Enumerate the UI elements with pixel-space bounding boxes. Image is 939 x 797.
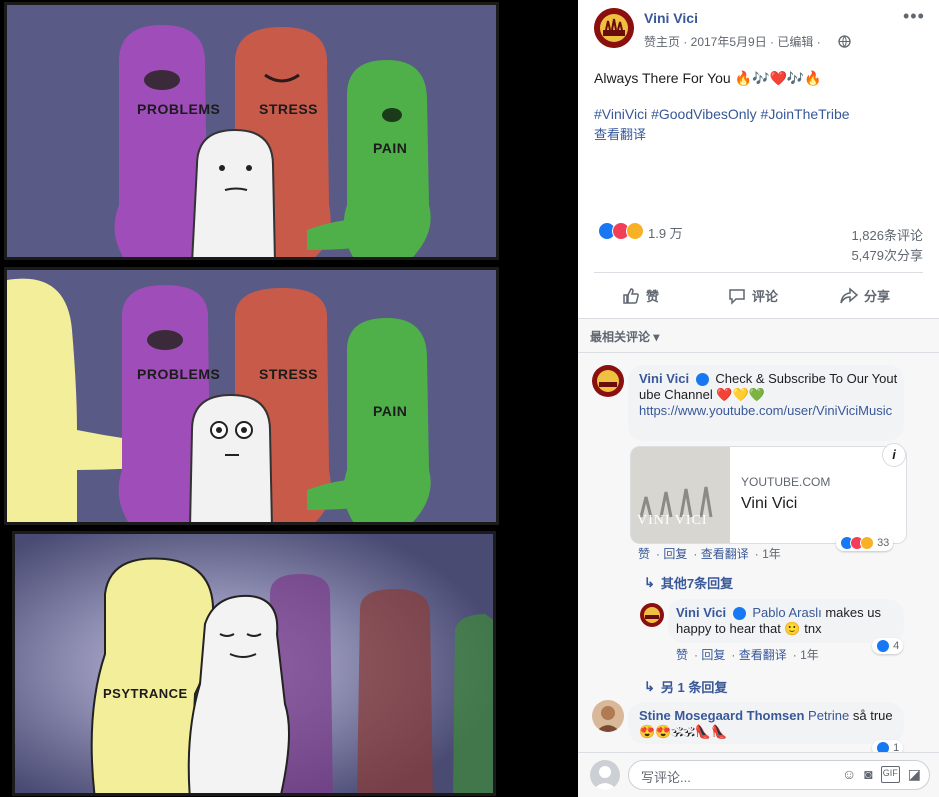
post-photo[interactable]: PROBLEMS STRESS PAIN PROBLEMS STRESS PAI… — [0, 0, 578, 796]
comments-count[interactable]: 1,826条评论 — [851, 225, 923, 244]
divider — [578, 352, 939, 353]
panel-3-drawing — [15, 534, 493, 793]
verified-badge-icon — [695, 373, 709, 387]
page-name[interactable]: Vini Vici — [644, 10, 698, 26]
shares-count[interactable]: 5,479次分享 — [851, 245, 923, 264]
label-stress-2: STRESS — [259, 366, 319, 382]
comment-mention[interactable]: Petrine — [808, 708, 849, 723]
reply-arrow-icon: ↳ — [644, 574, 655, 590]
comment-author[interactable]: Vini Vici — [639, 371, 689, 386]
composer-icons: ☺ ◙ GIF ◪ — [842, 766, 921, 783]
more-replies-text: 其他7条回复 — [660, 576, 734, 591]
reply-author[interactable]: Vini Vici — [676, 605, 726, 620]
current-user-avatar[interactable] — [590, 760, 620, 790]
label-psytrance: PSYTRANCE — [103, 686, 188, 701]
divider — [594, 272, 923, 273]
comic-panel-2: PROBLEMS STRESS PAIN — [4, 267, 499, 525]
label-pain-2: PAIN — [373, 403, 408, 419]
share-button[interactable]: 分享 — [840, 286, 890, 305]
reply-time: 1年 — [800, 648, 819, 662]
reply-reactions-count: 4 — [893, 639, 900, 652]
reply-like-action[interactable]: 赞 — [676, 648, 688, 662]
post-text: Always There For You 🔥🎶❤️🎶🔥 — [594, 70, 822, 86]
comment-reactions-count: 33 — [877, 536, 890, 549]
haha-reaction-icon — [626, 222, 644, 240]
share-icon — [840, 286, 858, 303]
comment-author[interactable]: Stine Mosegaard Thomsen — [639, 708, 804, 723]
page-avatar[interactable] — [594, 8, 634, 48]
vini-vici-logo-icon — [597, 370, 619, 392]
one-more-reply-text: 另 1 条回复 — [660, 680, 728, 695]
translate-link[interactable]: 查看翻译 — [594, 124, 646, 143]
label-pain: PAIN — [373, 140, 408, 156]
view-more-replies[interactable]: ↳ 其他7条回复 — [644, 573, 733, 592]
haha-reaction-icon — [860, 536, 874, 550]
emoji-icon[interactable]: ☺ — [842, 766, 856, 783]
post-hashtags[interactable]: #ViniVici #GoodVibesOnly #JoinTheTribe — [594, 106, 850, 122]
vini-vici-logo-icon — [644, 607, 660, 623]
comment-label: 评论 — [752, 289, 779, 304]
comment-reactions[interactable]: 33 — [836, 535, 894, 551]
comment-like-action[interactable]: 赞 — [638, 547, 650, 561]
camera-icon[interactable]: ◙ — [864, 766, 872, 783]
comment-content: Vini Vici Check & Subscribe To Our Youtu… — [639, 371, 901, 419]
preview-image-text: VINI VICI — [637, 513, 708, 528]
sticker-icon[interactable]: ◪ — [908, 766, 921, 783]
view-one-more-reply[interactable]: ↳ 另 1 条回复 — [644, 677, 727, 696]
comment-link[interactable]: https://www.youtube.com/user/ViniViciMus… — [639, 403, 892, 418]
comment-placeholder: 写评论... — [641, 770, 691, 785]
comment-time: 1年 — [762, 547, 781, 561]
comment-avatar[interactable] — [592, 700, 624, 732]
comment-button[interactable]: 评论 — [728, 286, 778, 305]
info-icon[interactable]: i — [882, 443, 906, 467]
comic-panel-3: PSYTRANCE — [12, 531, 496, 796]
comment-input[interactable]: 写评论... ☺ ◙ GIF ◪ — [628, 760, 930, 790]
vini-vici-logo-icon — [594, 8, 634, 48]
comment-actions: 赞 · 回复 · 查看翻译 · 1年 — [638, 547, 781, 561]
link-preview-card[interactable]: VINI VICI YOUTUBE.COM Vini Vici — [630, 446, 907, 544]
gif-icon[interactable]: GIF — [880, 766, 900, 783]
post-meta: 赞主页 · 2017年5月9日 · 已编辑 · — [644, 35, 821, 49]
user-silhouette-icon — [593, 766, 617, 790]
globe-icon — [838, 35, 851, 48]
panel-1-drawing — [7, 5, 496, 257]
preview-image: VINI VICI — [631, 447, 730, 543]
like-button[interactable]: 赞 — [622, 286, 659, 305]
comment-reply-action[interactable]: 回复 — [663, 547, 687, 561]
post-sidebar: Vini Vici 赞主页 · 2017年5月9日 · 已编辑 · ••• Al… — [578, 0, 939, 797]
share-label: 分享 — [864, 289, 891, 304]
like-reaction-icon — [876, 639, 890, 653]
reaction-icons[interactable] — [598, 222, 644, 240]
label-problems: PROBLEMS — [137, 101, 221, 117]
reply-actions: 赞 · 回复 · 查看翻译 · 1年 — [676, 648, 819, 662]
comic-panel-1: PROBLEMS STRESS PAIN — [4, 2, 499, 260]
reactions-count[interactable]: 1.9 万 — [648, 223, 683, 242]
preview-domain: YOUTUBE.COM — [741, 475, 831, 489]
panel-2-drawing — [7, 270, 496, 522]
label-stress: STRESS — [259, 101, 319, 117]
comment-sort-dropdown[interactable]: 最相关评论 ▾ — [590, 328, 659, 345]
reply-avatar[interactable] — [640, 603, 664, 627]
preview-title: Vini Vici — [741, 495, 798, 512]
reply-reactions[interactable]: 4 — [872, 638, 904, 654]
reply-translate-action[interactable]: 查看翻译 — [739, 648, 787, 662]
comment-icon — [729, 288, 745, 305]
reply-content: Vini Vici Pablo Araslı makes us happy to… — [676, 605, 900, 637]
thumbs-up-icon — [623, 287, 639, 304]
comment-translate-action[interactable]: 查看翻译 — [701, 547, 749, 561]
comment-content: Stine Mosegaard Thomsen Petrine så true😍… — [639, 708, 901, 740]
user-avatar-icon — [596, 706, 620, 732]
reply-reply-action[interactable]: 回复 — [701, 648, 725, 662]
verified-badge-icon — [732, 607, 746, 621]
like-label: 赞 — [646, 289, 660, 304]
label-problems-2: PROBLEMS — [137, 366, 221, 382]
reply-arrow-icon: ↳ — [644, 678, 655, 694]
more-options-icon[interactable]: ••• — [903, 6, 925, 27]
comment-avatar[interactable] — [592, 365, 624, 397]
reply-mention[interactable]: Pablo Araslı — [752, 605, 821, 620]
